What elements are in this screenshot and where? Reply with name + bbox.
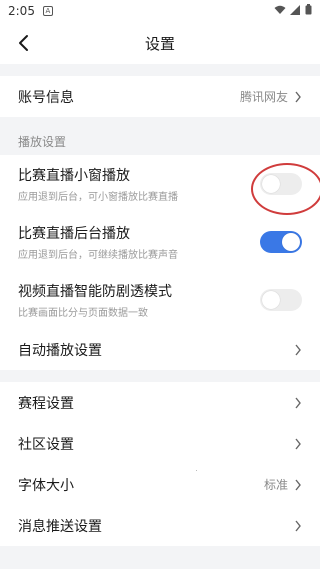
background-playback-row: 比赛直播后台播放 应用退到后台，可继续播放比赛声音 xyxy=(0,213,320,271)
account-nickname: 腾讯网友 xyxy=(239,90,288,104)
anti-spoiler-label: 视频直播智能防剧透模式 xyxy=(18,284,172,300)
stray-dot xyxy=(196,470,197,471)
playback-section-header: 播放设置 xyxy=(0,117,320,155)
chevron-right-icon xyxy=(295,438,301,449)
toggle-knob xyxy=(282,233,300,251)
status-icons xyxy=(274,4,312,15)
font-size-value: 标准 xyxy=(263,478,288,492)
pip-playback-toggle[interactable] xyxy=(260,173,302,195)
background-playback-description: 应用退到后台，可继续播放比赛声音 xyxy=(18,250,178,261)
background-playback-label: 比赛直播后台播放 xyxy=(18,226,130,242)
page-title: 设置 xyxy=(144,34,175,53)
font-size-row[interactable]: 字体大小 标准 xyxy=(0,464,320,505)
anti-spoiler-toggle[interactable] xyxy=(260,289,302,311)
section-gap xyxy=(0,64,320,76)
chevron-right-icon xyxy=(295,520,301,531)
signal-icon xyxy=(290,4,300,15)
font-size-label: 字体大小 xyxy=(18,477,74,494)
notification-icon: A xyxy=(42,6,53,16)
account-group: 账号信息 腾讯网友 xyxy=(0,76,320,117)
general-group: 赛程设置 社区设置 字体大小 标准 消息推送设置 xyxy=(0,382,320,546)
status-time: 2:05 xyxy=(8,4,35,18)
pip-playback-label: 比赛直播小窗播放 xyxy=(18,168,130,184)
section-gap xyxy=(0,370,320,382)
anti-spoiler-row: 视频直播智能防剧透模式 比赛画面比分与页面数据一致 xyxy=(0,271,320,329)
pip-playback-description: 应用退到后台，可小窗播放比赛直播 xyxy=(18,192,178,203)
push-notification-settings-row[interactable]: 消息推送设置 xyxy=(0,505,320,546)
account-info-row[interactable]: 账号信息 腾讯网友 xyxy=(0,76,320,117)
account-info-label: 账号信息 xyxy=(18,89,74,106)
anti-spoiler-description: 比赛画面比分与页面数据一致 xyxy=(18,308,148,319)
community-settings-row[interactable]: 社区设置 xyxy=(0,423,320,464)
push-notification-settings-label: 消息推送设置 xyxy=(18,518,102,535)
schedule-settings-label: 赛程设置 xyxy=(18,395,74,412)
autoplay-settings-row[interactable]: 自动播放设置 xyxy=(0,329,320,370)
chevron-right-icon xyxy=(295,91,301,102)
nav-bar: 设置 xyxy=(0,22,320,64)
chevron-right-icon xyxy=(295,479,301,490)
battery-icon xyxy=(305,4,312,15)
schedule-settings-row[interactable]: 赛程设置 xyxy=(0,382,320,423)
back-button[interactable] xyxy=(12,32,34,54)
wifi-icon xyxy=(274,5,286,14)
status-bar: 2:05 A xyxy=(0,0,320,22)
chevron-right-icon xyxy=(295,397,301,408)
chevron-right-icon xyxy=(295,344,301,355)
playback-group: 比赛直播小窗播放 应用退到后台，可小窗播放比赛直播 比赛直播后台播放 应用退到后… xyxy=(0,155,320,370)
background-playback-toggle[interactable] xyxy=(260,231,302,253)
pip-playback-row: 比赛直播小窗播放 应用退到后台，可小窗播放比赛直播 xyxy=(0,155,320,213)
community-settings-label: 社区设置 xyxy=(18,436,74,453)
back-arrow-icon xyxy=(19,35,28,51)
toggle-knob xyxy=(262,291,280,309)
autoplay-settings-label: 自动播放设置 xyxy=(18,342,102,359)
toggle-knob xyxy=(262,175,280,193)
